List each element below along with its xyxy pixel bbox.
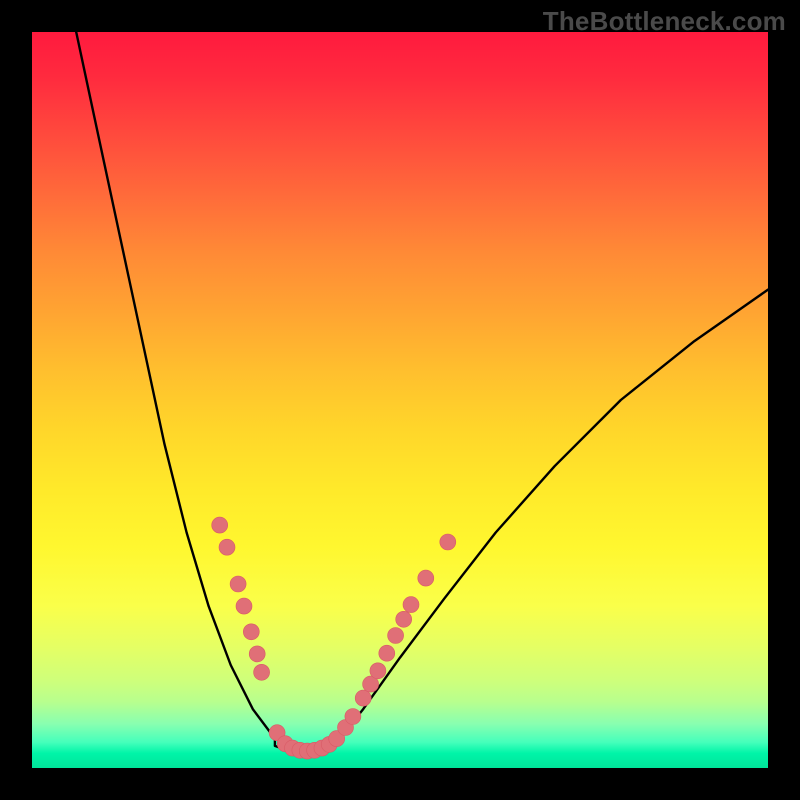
highlight-marker	[219, 539, 235, 555]
highlight-marker	[243, 624, 259, 640]
plot-area	[32, 32, 768, 768]
highlight-marker	[236, 598, 252, 614]
highlight-marker	[396, 611, 412, 627]
highlight-marker	[249, 646, 265, 662]
highlight-marker	[212, 517, 228, 533]
curve-layer	[32, 32, 768, 768]
highlight-marker	[345, 709, 361, 725]
highlight-marker	[388, 628, 404, 644]
highlight-marker	[403, 597, 419, 613]
highlight-marker	[254, 664, 270, 680]
watermark-text: TheBottleneck.com	[543, 6, 786, 37]
chart-frame: TheBottleneck.com	[0, 0, 800, 800]
highlight-marker	[230, 576, 246, 592]
highlight-marker	[418, 570, 434, 586]
highlight-markers-group	[212, 517, 456, 759]
highlight-marker	[370, 663, 386, 679]
highlight-marker	[440, 534, 456, 550]
bottleneck-curve	[76, 32, 768, 753]
highlight-marker	[379, 645, 395, 661]
highlight-marker	[355, 690, 371, 706]
bottleneck-curve-path	[76, 32, 768, 753]
